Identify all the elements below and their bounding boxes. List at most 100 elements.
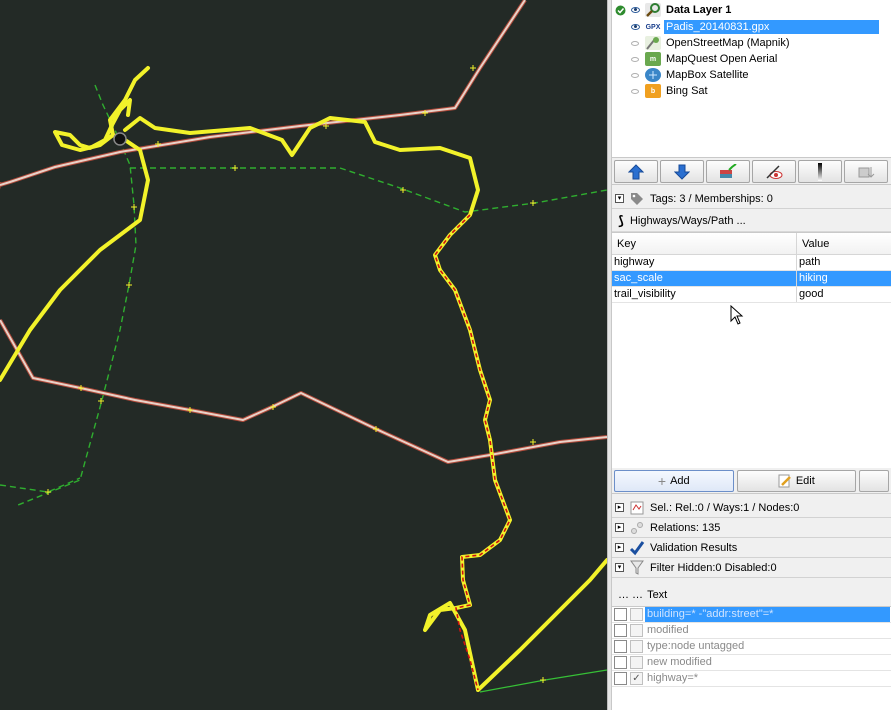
mouse-cursor-icon: [730, 305, 744, 325]
filter-column-prefix[interactable]: … …: [618, 589, 643, 601]
road-ways[interactable]: [0, 0, 607, 464]
tag-table-header: Key Value: [612, 233, 891, 255]
edit-tag-button[interactable]: Edit: [736, 470, 857, 492]
map-canvas[interactable]: [0, 0, 607, 710]
layer-name[interactable]: MapQuest Open Aerial: [664, 52, 779, 66]
layer-list[interactable]: Data Layer 1 GPX Padis_20140831.gpx Open…: [612, 0, 891, 158]
table-row[interactable]: trail_visibility good: [612, 287, 891, 303]
filter-column-text[interactable]: Text: [647, 589, 667, 601]
filter-row[interactable]: new modified: [612, 655, 891, 671]
bing-icon: b: [645, 84, 661, 98]
layer-row-data-layer-1[interactable]: Data Layer 1: [612, 2, 891, 18]
filter-text[interactable]: type:node untagged: [645, 639, 746, 654]
map-view[interactable]: [0, 0, 607, 710]
filter-enable-checkbox[interactable]: [614, 672, 627, 685]
layer-row-gpx[interactable]: GPX Padis_20140831.gpx: [612, 19, 891, 35]
tag-value[interactable]: good: [797, 287, 825, 302]
preset-header[interactable]: ⟆ Highways/Ways/Path ...: [612, 210, 891, 232]
funnel-icon: [629, 560, 645, 576]
visibility-eye-icon[interactable]: [629, 2, 641, 18]
filter-enable-checkbox[interactable]: [614, 656, 627, 669]
layer-row-bing[interactable]: b Bing Sat: [612, 83, 891, 99]
layer-name[interactable]: Padis_20140831.gpx: [664, 20, 879, 34]
filter-hide-checkbox[interactable]: [630, 656, 643, 669]
filter-text[interactable]: new modified: [645, 655, 714, 670]
filter-text[interactable]: modified: [645, 623, 691, 638]
visibility-eye-closed-icon[interactable]: [629, 35, 641, 51]
tag-key[interactable]: trail_visibility: [612, 287, 797, 302]
table-row[interactable]: highway path: [612, 255, 891, 271]
filter-header-label: Filter Hidden:0 Disabled:0: [650, 561, 777, 574]
gps-position-marker: [113, 132, 127, 146]
tag-table[interactable]: Key Value highway path sac_scale hiking …: [612, 232, 891, 468]
filter-hide-checkbox[interactable]: ✓: [630, 672, 643, 685]
delete-tag-button[interactable]: [859, 470, 889, 492]
expand-toggle-icon[interactable]: ▸: [615, 543, 624, 552]
active-layer-icon: [614, 2, 626, 18]
tag-value[interactable]: path: [797, 255, 822, 270]
filter-text[interactable]: building=* -"addr:street"=*: [645, 607, 890, 622]
filter-row[interactable]: building=* -"addr:street"=*: [612, 607, 891, 623]
tag-value[interactable]: hiking: [797, 271, 830, 286]
edit-tag-label: Edit: [795, 475, 815, 487]
table-row[interactable]: sac_scale hiking: [612, 271, 891, 287]
gpx-track: [0, 66, 607, 692]
expand-toggle-icon[interactable]: ▸: [615, 503, 624, 512]
visibility-eye-closed-icon[interactable]: [629, 51, 641, 67]
plus-icon: +: [657, 473, 667, 489]
path-preset-icon: ⟆: [618, 212, 624, 228]
filter-row[interactable]: modified: [612, 623, 891, 639]
filter-row[interactable]: ✓ highway=*: [612, 671, 891, 687]
filter-row[interactable]: type:node untagged: [612, 639, 891, 655]
filter-table-header: … … Text: [612, 584, 891, 606]
filter-enable-checkbox[interactable]: [614, 640, 627, 653]
visibility-eye-closed-icon[interactable]: [629, 83, 641, 99]
move-up-icon: [628, 163, 644, 179]
selection-header-label: Sel.: Rel.:0 / Ways:1 / Nodes:0: [650, 501, 800, 514]
validation-section-header[interactable]: ▸ Validation Results: [612, 538, 891, 558]
layer-name[interactable]: Data Layer 1: [664, 3, 733, 17]
collapse-toggle-icon[interactable]: ▾: [615, 194, 624, 203]
delete-layer-icon: [858, 166, 875, 178]
column-key[interactable]: Key: [612, 233, 797, 254]
visibility-eye-icon[interactable]: [629, 19, 641, 35]
layer-row-mapquest[interactable]: m MapQuest Open Aerial: [612, 51, 891, 67]
preset-label[interactable]: Highways/Ways/Path ...: [630, 215, 746, 227]
filter-table[interactable]: building=* -"addr:street"=* modified typ…: [612, 606, 891, 710]
collapse-toggle-icon[interactable]: ▾: [615, 563, 624, 572]
move-up-button[interactable]: [614, 160, 658, 183]
toggle-visibility-button[interactable]: [752, 160, 796, 183]
move-down-button[interactable]: [660, 160, 704, 183]
add-tag-button[interactable]: + Add: [614, 470, 734, 492]
filter-hide-checkbox[interactable]: [630, 640, 643, 653]
check-icon: ✓: [632, 673, 641, 684]
filter-enable-checkbox[interactable]: [614, 608, 627, 621]
relation-icon: [629, 520, 645, 536]
selection-section-header[interactable]: ▸ Sel.: Rel.:0 / Ways:1 / Nodes:0: [612, 498, 891, 518]
filter-hide-checkbox[interactable]: [630, 624, 643, 637]
column-value[interactable]: Value: [797, 233, 834, 254]
expand-toggle-icon[interactable]: ▸: [615, 523, 624, 532]
tags-section-header[interactable]: ▾ Tags: 3 / Memberships: 0: [612, 189, 891, 209]
layer-row-osm-mapnik[interactable]: OpenStreetMap (Mapnik): [612, 35, 891, 51]
tag-key[interactable]: sac_scale: [612, 271, 797, 286]
tag-key[interactable]: highway: [612, 255, 797, 270]
layer-name[interactable]: Bing Sat: [664, 84, 710, 98]
visibility-eye-closed-icon[interactable]: [629, 67, 641, 83]
filter-hide-checkbox[interactable]: [630, 608, 643, 621]
layer-row-mapbox[interactable]: MapBox Satellite: [612, 67, 891, 83]
filter-text[interactable]: highway=*: [645, 671, 700, 686]
relations-section-header[interactable]: ▸ Relations: 135: [612, 518, 891, 538]
layer-name[interactable]: OpenStreetMap (Mapnik): [664, 36, 792, 50]
merge-button[interactable]: [706, 160, 750, 183]
selection-list-icon: [629, 500, 645, 516]
gpx-icon: GPX: [645, 20, 661, 34]
opacity-button[interactable]: [798, 160, 842, 183]
layer-name[interactable]: MapBox Satellite: [664, 68, 751, 82]
merge-icon: [720, 163, 737, 178]
filter-enable-checkbox[interactable]: [614, 624, 627, 637]
filter-section-header[interactable]: ▾ Filter Hidden:0 Disabled:0: [612, 558, 891, 578]
edit-icon: [778, 474, 791, 488]
delete-layer-button[interactable]: [844, 160, 888, 183]
tags-header-label: Tags: 3 / Memberships: 0: [650, 192, 773, 205]
